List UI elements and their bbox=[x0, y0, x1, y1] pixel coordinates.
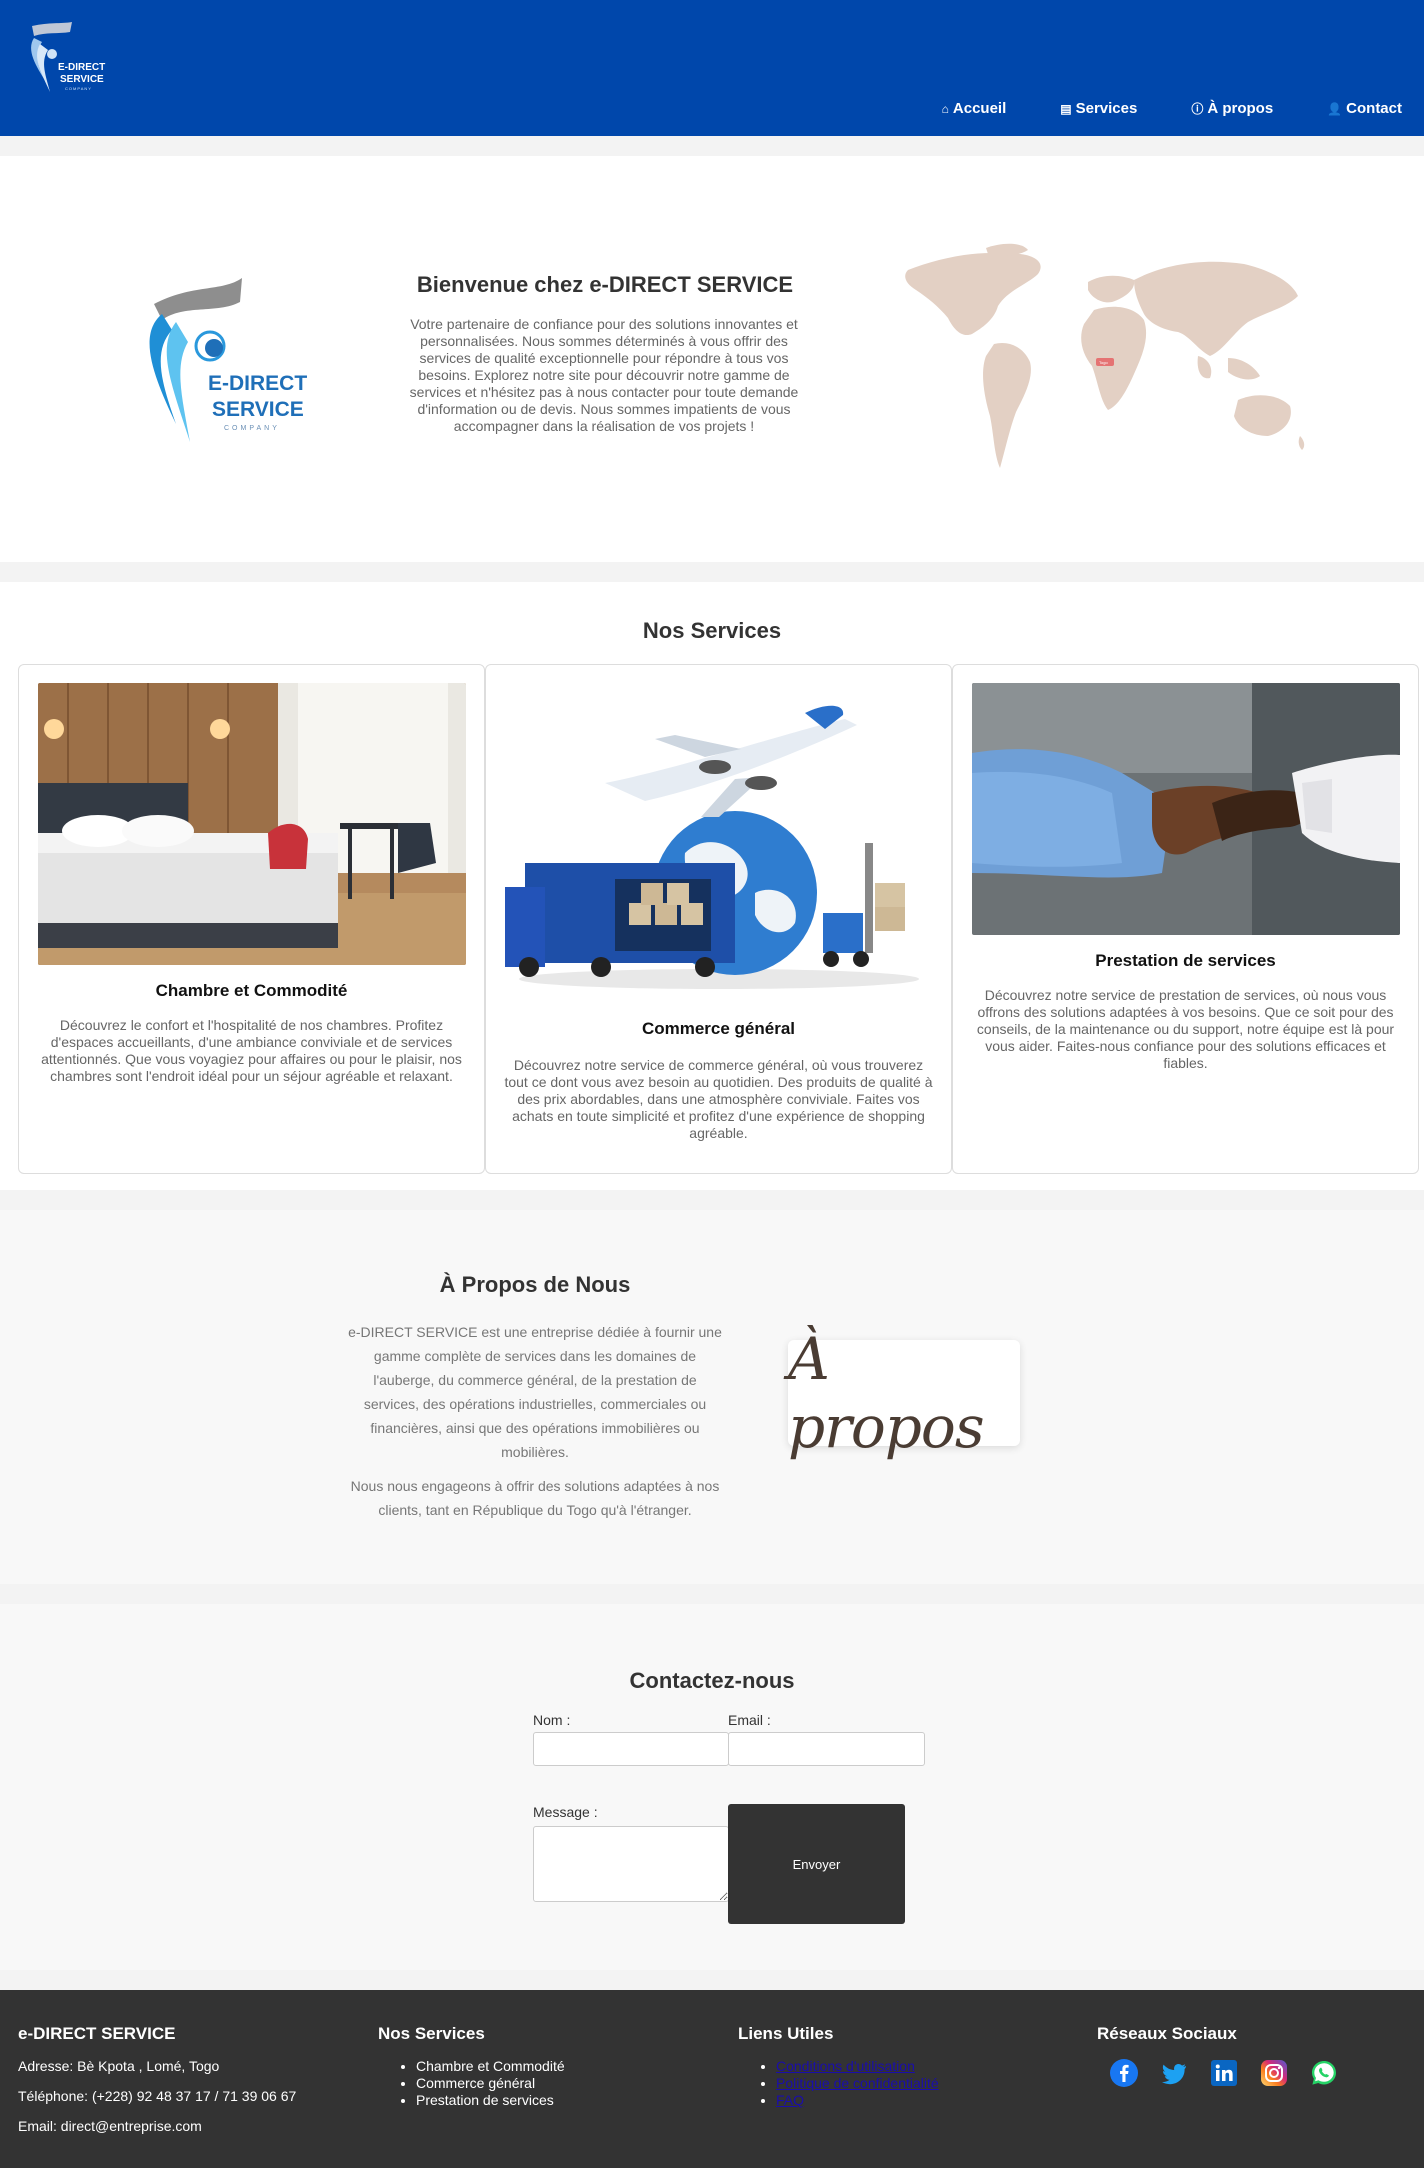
about-image-text: À propos bbox=[788, 1325, 985, 1461]
hero-logo-line3: COMPANY bbox=[224, 425, 280, 432]
hero-logo: E-DIRECT SERVICE COMPANY bbox=[149, 278, 307, 442]
footer-social-col: Réseaux Sociaux bbox=[1097, 2024, 1339, 2088]
linkedin-icon[interactable] bbox=[1209, 2058, 1239, 2088]
whatsapp-icon[interactable] bbox=[1309, 2058, 1339, 2088]
map-marker-label: Togo bbox=[1099, 360, 1108, 365]
nav-a-propos-label: À propos bbox=[1207, 100, 1274, 117]
nav-contact[interactable]: 👤 Contact bbox=[1327, 100, 1402, 117]
footer-link-item: Politique de confidentialité bbox=[776, 2075, 939, 2092]
logo-text-line3: COMPANY bbox=[65, 86, 92, 91]
logo-text-line2: SERVICE bbox=[60, 74, 104, 85]
home-icon: ⌂ bbox=[941, 101, 949, 116]
footer-services-col: Nos Services Chambre et Commodité Commer… bbox=[378, 2024, 565, 2109]
footer-company-title: e-DIRECT SERVICE bbox=[18, 2024, 176, 2043]
about-paragraph-1: e-DIRECT SERVICE est une entreprise dédi… bbox=[348, 1324, 722, 1460]
about-image: À propos bbox=[788, 1325, 1020, 1461]
email-input[interactable] bbox=[728, 1732, 925, 1766]
about-title: À Propos de Nous bbox=[439, 1272, 631, 1297]
hero-title: Bienvenue chez e-DIRECT SERVICE bbox=[416, 272, 794, 297]
hero-logo-line2: SERVICE bbox=[212, 398, 304, 421]
service-card-commerce: Commerce général Découvrez notre service… bbox=[485, 664, 952, 1174]
main-nav: ⌂ Accueil ▤ Services ⓘ À propos 👤 Contact bbox=[942, 100, 1402, 117]
site-header: E-DIRECT SERVICE COMPANY ⌂ Accueil ▤ Servi… bbox=[0, 0, 1424, 136]
name-input[interactable] bbox=[533, 1732, 729, 1766]
info-icon: ⓘ bbox=[1191, 102, 1204, 116]
commerce-image bbox=[505, 683, 933, 1003]
logo-text-line1: E-DIRECT bbox=[58, 62, 105, 73]
nav-accueil[interactable]: ⌂ Accueil bbox=[942, 100, 1007, 117]
contact-section: Contactez-nous Nom : Email : Message : E… bbox=[0, 1604, 1424, 1970]
footer-links-list: Conditions d'utilisation Politique de co… bbox=[738, 2058, 939, 2109]
footer-services-list: Chambre et Commodité Commerce général Pr… bbox=[378, 2058, 565, 2109]
service-card-title: Commerce général bbox=[641, 1019, 796, 1038]
privacy-link[interactable]: Politique de confidentialité bbox=[776, 2075, 939, 2091]
service-card-title: Chambre et Commodité bbox=[155, 981, 348, 1000]
service-card-text: Découvrez notre service de prestation de… bbox=[976, 987, 1395, 1071]
contact-icon: 👤 bbox=[1327, 101, 1343, 116]
hero-section: E-DIRECT SERVICE COMPANY Bienvenue chez … bbox=[0, 156, 1424, 562]
message-label: Message : bbox=[533, 1804, 598, 1820]
twitter-icon[interactable] bbox=[1159, 2058, 1189, 2088]
footer-links-col: Liens Utiles Conditions d'utilisation Po… bbox=[738, 2024, 939, 2109]
facebook-icon[interactable] bbox=[1109, 2058, 1139, 2088]
hero-logo-line1: E-DIRECT bbox=[208, 372, 307, 395]
bedroom-image bbox=[38, 683, 466, 965]
footer-phone: Téléphone: (+228) 92 48 37 17 / 71 39 06… bbox=[18, 2088, 297, 2104]
about-paragraph-2: Nous nous engageons à offrir des solutio… bbox=[350, 1478, 720, 1518]
footer-service-item: Chambre et Commodité bbox=[416, 2058, 565, 2075]
services-icon: ▤ bbox=[1060, 101, 1072, 116]
service-card-chambre: Chambre et Commodité Découvrez le confor… bbox=[18, 664, 485, 1174]
handshake-image bbox=[972, 683, 1400, 935]
nav-services[interactable]: ▤ Services bbox=[1060, 100, 1137, 117]
site-footer: e-DIRECT SERVICE Adresse: Bè Kpota , Lom… bbox=[0, 1990, 1424, 2168]
services-section: Nos Services Chambre et Commodité Découv… bbox=[0, 582, 1424, 1190]
footer-link-item: FAQ bbox=[776, 2092, 939, 2109]
service-card-prestation: Prestation de services Découvrez notre s… bbox=[952, 664, 1419, 1174]
name-label: Nom : bbox=[533, 1712, 571, 1728]
contact-title: Contactez-nous bbox=[629, 1668, 795, 1693]
nav-accueil-label: Accueil bbox=[952, 100, 1007, 117]
world-map-image: Togo bbox=[905, 243, 1305, 468]
service-card-text: Découvrez le confort et l'hospitalité de… bbox=[41, 1017, 462, 1084]
service-card-text: Découvrez notre service de commerce géné… bbox=[504, 1057, 933, 1141]
footer-services-title: Nos Services bbox=[378, 2024, 485, 2043]
terms-link[interactable]: Conditions d'utilisation bbox=[776, 2058, 915, 2074]
services-title: Nos Services bbox=[642, 618, 782, 643]
service-card-title: Prestation de services bbox=[1095, 951, 1276, 970]
email-label: Email : bbox=[728, 1712, 771, 1728]
send-button[interactable]: Envoyer bbox=[728, 1804, 905, 1924]
nav-a-propos[interactable]: ⓘ À propos bbox=[1191, 100, 1273, 117]
nav-services-label: Services bbox=[1075, 100, 1138, 117]
footer-service-item: Commerce général bbox=[416, 2075, 565, 2092]
footer-service-item: Prestation de services bbox=[416, 2092, 565, 2109]
about-section: À Propos de Nous e-DIRECT SERVICE est un… bbox=[0, 1210, 1424, 1584]
footer-social-title: Réseaux Sociaux bbox=[1097, 2024, 1237, 2043]
footer-email: Email: direct@entreprise.com bbox=[18, 2118, 202, 2134]
hero-text: Votre partenaire de confiance pour des s… bbox=[409, 316, 799, 434]
footer-links-title: Liens Utiles bbox=[738, 2024, 834, 2043]
footer-company-col: e-DIRECT SERVICE Adresse: Bè Kpota , Lom… bbox=[18, 2024, 296, 2148]
faq-link[interactable]: FAQ bbox=[776, 2092, 804, 2108]
social-icons bbox=[1109, 2058, 1339, 2088]
footer-link-item: Conditions d'utilisation bbox=[776, 2058, 939, 2075]
brand-logo[interactable]: E-DIRECT SERVICE COMPANY bbox=[20, 20, 110, 102]
nav-contact-label: Contact bbox=[1346, 100, 1402, 117]
instagram-icon[interactable] bbox=[1259, 2058, 1289, 2088]
message-textarea[interactable] bbox=[533, 1826, 729, 1902]
footer-address: Adresse: Bè Kpota , Lomé, Togo bbox=[18, 2058, 220, 2074]
